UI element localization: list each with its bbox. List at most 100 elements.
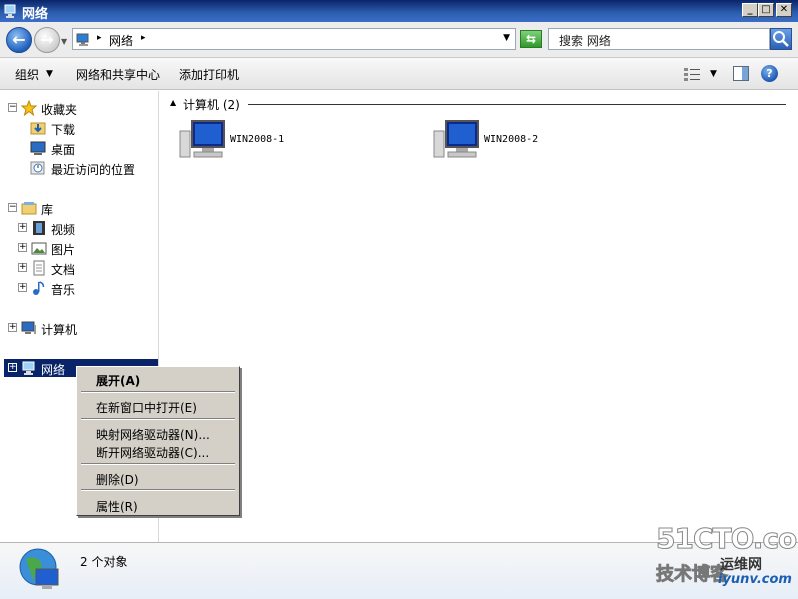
pictures-icon [31, 242, 47, 255]
expand-icon[interactable]: + [8, 323, 17, 332]
preview-pane-icon[interactable] [733, 66, 749, 81]
tree-label: 库 [41, 203, 54, 217]
group-label: 计算机 (2) [183, 98, 240, 112]
address-dropdown-icon[interactable]: ▼ [503, 33, 510, 43]
collapse-group-icon[interactable]: ▲ [170, 98, 176, 107]
network-center-button[interactable]: 网络和共享中心 [76, 66, 160, 83]
menu-item-delete[interactable]: 删除(D) [80, 468, 236, 487]
computer-icon [21, 321, 36, 334]
context-menu: 展开(A) 在新窗口中打开(E) 映射网络驱动器(N)... 断开网络驱动器(C… [76, 366, 240, 516]
content-pane: ▲ 计算机 (2) WIN2008-1 WIN2008-2 [160, 91, 798, 542]
menu-item-label: 删除(D) [96, 473, 139, 487]
breadcrumb-separator-icon[interactable]: ▸ [97, 33, 102, 43]
tree-label: 计算机 [41, 323, 78, 337]
breadcrumb-separator-icon[interactable]: ▸ [141, 33, 146, 43]
desktop-icon [30, 141, 46, 155]
minimize-button[interactable]: _ [742, 3, 758, 17]
menu-item-open-new-window[interactable]: 在新窗口中打开(E) [80, 396, 236, 415]
menu-item-label: 在新窗口中打开(E) [96, 401, 197, 415]
watermark-text: 运维网 [720, 557, 762, 573]
forward-button[interactable]: → [34, 27, 60, 53]
tree-label: 下载 [51, 123, 76, 137]
maximize-button[interactable]: □ [758, 3, 774, 17]
menu-item-map-drive[interactable]: 映射网络驱动器(N)... [80, 423, 236, 442]
menu-separator [81, 489, 235, 491]
expand-icon[interactable]: + [18, 243, 27, 252]
menu-item-label: 断开网络驱动器(C)... [96, 446, 210, 460]
tree-favorites[interactable]: − 收藏夹 [8, 99, 148, 117]
tree-libraries[interactable]: − 库 [8, 199, 148, 217]
organize-button[interactable]: 组织 [15, 66, 39, 83]
computer-icon [179, 120, 225, 158]
tree-label: 图片 [51, 243, 76, 257]
collapse-icon[interactable]: − [8, 203, 17, 212]
window-title: 网络 [22, 7, 49, 22]
expand-icon[interactable]: + [18, 263, 27, 272]
tree-label: 最近访问的位置 [51, 163, 136, 177]
tree-label: 网络 [41, 363, 66, 377]
tree-downloads[interactable]: 下载 [30, 119, 150, 137]
menu-item-properties[interactable]: 属性(R) [80, 495, 236, 514]
search-placeholder: 搜索 网络 [559, 34, 611, 48]
computer-icon [433, 120, 479, 158]
back-button[interactable]: ← [6, 27, 32, 53]
network-icon [4, 4, 16, 18]
menu-separator [81, 391, 235, 393]
address-bar[interactable]: ▸ 网络 ▸ ▼ [72, 28, 516, 50]
change-view-icon[interactable] [684, 67, 700, 81]
network-globe-icon [19, 548, 59, 589]
search-button[interactable] [770, 28, 792, 50]
organize-dropdown-icon[interactable]: ▼ [46, 69, 53, 79]
address-row: ← → ▼ ▸ 网络 ▸ ▼ ⇆ 搜索 网络 [0, 22, 798, 58]
watermark-text: iyunv.com [718, 572, 792, 587]
menu-separator [81, 463, 235, 465]
watermark-text: 51CTO.com [655, 522, 798, 556]
view-dropdown-icon[interactable]: ▼ [710, 69, 717, 79]
tree-label: 文档 [51, 263, 76, 277]
computer-label: WIN2008-2 [484, 134, 539, 145]
tree-documents[interactable]: + 文档 [18, 259, 148, 277]
tree-label: 桌面 [51, 143, 76, 157]
search-icon [773, 31, 789, 47]
tree-desktop[interactable]: 桌面 [30, 139, 150, 157]
expand-icon[interactable]: + [8, 363, 17, 372]
back-arrow-icon: ← [12, 30, 26, 49]
group-divider [248, 104, 786, 105]
tree-recent-places[interactable]: 最近访问的位置 [30, 159, 155, 177]
forward-arrow-icon: → [40, 30, 54, 49]
star-icon [21, 100, 37, 116]
menu-item-disconnect-drive[interactable]: 断开网络驱动器(C)... [80, 441, 236, 460]
expand-icon[interactable]: + [18, 223, 27, 232]
recent-pages-dropdown[interactable]: ▼ [61, 37, 67, 46]
tree-computer[interactable]: + 计算机 [8, 319, 148, 337]
libraries-icon [21, 202, 37, 215]
search-input[interactable]: 搜索 网络 [548, 28, 770, 50]
menu-item-label: 展开(A) [96, 374, 141, 388]
network-icon [22, 361, 35, 375]
add-printer-button[interactable]: 添加打印机 [179, 66, 239, 83]
command-bar: 组织 ▼ 网络和共享中心 添加打印机 ▼ ? [0, 58, 798, 90]
title-bar: 网络 _ □ ✕ [0, 0, 798, 22]
watermark: 51CTO.com 技术博客 运维网 iyunv.com [652, 522, 798, 599]
collapse-icon[interactable]: − [8, 103, 17, 112]
recent-places-icon [30, 161, 45, 175]
menu-item-expand[interactable]: 展开(A) [80, 369, 236, 388]
documents-icon [33, 260, 45, 276]
tree-label: 音乐 [51, 283, 76, 297]
menu-item-label: 属性(R) [96, 500, 138, 514]
network-icon [76, 33, 89, 46]
breadcrumb-network[interactable]: 网络 [109, 32, 133, 49]
tree-music[interactable]: + 音乐 [18, 279, 148, 297]
tree-videos[interactable]: + 视频 [18, 219, 148, 237]
expand-icon[interactable]: + [18, 283, 27, 292]
item-count: 2 个对象 [80, 555, 128, 569]
tree-pictures[interactable]: + 图片 [18, 239, 148, 257]
refresh-button[interactable]: ⇆ [520, 30, 542, 48]
video-icon [33, 221, 45, 235]
music-note-icon [33, 281, 45, 295]
close-button[interactable]: ✕ [776, 3, 792, 17]
tree-label: 收藏夹 [41, 103, 78, 117]
computer-label: WIN2008-1 [230, 134, 285, 145]
help-icon[interactable]: ? [761, 65, 778, 82]
tree-label: 视频 [51, 223, 76, 237]
